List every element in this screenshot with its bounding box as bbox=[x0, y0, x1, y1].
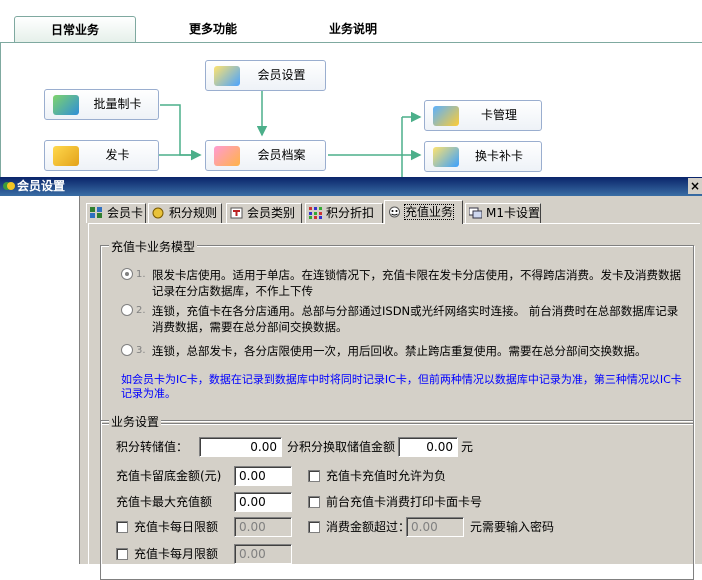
card-replace-icon bbox=[433, 147, 459, 167]
checkbox-label: 消费金额超过： bbox=[326, 520, 411, 534]
left-pane bbox=[0, 196, 79, 564]
option-text: 连锁，充值卡在各分店通用。总部与分部通过ISDN或光纤网络实时连接。 前台消费时… bbox=[152, 304, 679, 334]
radio-button[interactable] bbox=[121, 268, 133, 280]
points-to-value-input[interactable]: 0.00 bbox=[199, 437, 282, 457]
tab-recharge-business[interactable]: 充值业务 bbox=[384, 200, 463, 224]
points-icon bbox=[152, 207, 164, 219]
recharge-business-panel: 充值卡业务模型 1. 限发卡店使用。适用于单店。在连锁情况下，充值卡限在发卡分店… bbox=[88, 223, 700, 580]
discount-icon bbox=[309, 207, 322, 219]
points-to-value-label: 积分转储值： bbox=[116, 440, 189, 454]
recharge-icon bbox=[389, 206, 400, 218]
member-settings-button[interactable]: 会员设置 bbox=[205, 60, 326, 91]
issue-card-icon bbox=[53, 146, 79, 166]
card-replace-button[interactable]: 换卡补卡 bbox=[424, 141, 542, 172]
business-settings-group: 业务设置 积分转储值： 0.00 分积分换取储值金额 0.00 元 充值卡留底金… bbox=[100, 413, 694, 580]
card-management-button[interactable]: 卡管理 bbox=[424, 100, 542, 131]
yuan-label: 元 bbox=[461, 440, 474, 454]
checkbox[interactable] bbox=[308, 496, 320, 508]
amount-exceed-checkbox[interactable]: 消费金额超过： bbox=[308, 519, 410, 535]
issue-card-label: 发卡 bbox=[105, 148, 130, 162]
option-number: 1. bbox=[136, 269, 146, 280]
member-records-label: 会员档案 bbox=[257, 148, 306, 162]
daily-limit-checkbox[interactable]: 充值卡每日限额 bbox=[116, 519, 218, 535]
daily-limit-input[interactable]: 0.00 bbox=[234, 517, 292, 537]
card-replace-label: 换卡补卡 bbox=[474, 149, 523, 163]
tab-member-card[interactable]: 会员卡 bbox=[86, 203, 146, 223]
checkbox[interactable] bbox=[308, 521, 320, 533]
amount-exceed-input[interactable]: 0.00 bbox=[406, 517, 464, 537]
model-option-1[interactable]: 1. 限发卡店使用。适用于单店。在连锁情况下，充值卡限在发卡分店使用，不得跨店消… bbox=[121, 267, 686, 301]
checkbox-label: 充值卡每月限额 bbox=[134, 547, 219, 561]
monthly-limit-checkbox[interactable]: 充值卡每月限额 bbox=[116, 546, 218, 562]
tab-label: 充值业务 bbox=[403, 204, 455, 220]
card-management-label: 卡管理 bbox=[480, 108, 517, 122]
m1-card-icon bbox=[469, 207, 482, 219]
member-records-button[interactable]: 会员档案 bbox=[205, 140, 326, 171]
tab-daily-business[interactable]: 日常业务 bbox=[14, 16, 136, 42]
member-records-icon bbox=[214, 146, 240, 166]
tab-label: 积分折扣 bbox=[326, 206, 375, 220]
group-title: 充值卡业务模型 bbox=[109, 238, 198, 255]
model-option-2[interactable]: 2. 连锁，充值卡在各分店通用。总部与分部通过ISDN或光纤网络实时连接。 前台… bbox=[121, 303, 686, 337]
checkbox[interactable] bbox=[308, 470, 320, 482]
option-text: 限发卡店使用。适用于单店。在连锁情况下，充值卡限在发卡分店使用，不得跨店消费。发… bbox=[152, 268, 681, 298]
print-card-number-checkbox[interactable]: 前台充值卡消费打印卡面卡号 bbox=[308, 494, 482, 510]
category-icon bbox=[230, 207, 243, 219]
min-balance-label: 充值卡留底金额(元) bbox=[116, 469, 222, 483]
top-tab-bar: 日常业务 更多功能 业务说明 bbox=[0, 0, 702, 48]
checkbox[interactable] bbox=[116, 548, 128, 560]
tab-m1-card-settings[interactable]: M1卡设置 bbox=[465, 203, 541, 223]
tab-member-category[interactable]: 会员类别 bbox=[226, 203, 302, 223]
checkbox-label: 充值卡充值时允许为负 bbox=[326, 469, 447, 483]
tab-more-functions[interactable]: 更多功能 bbox=[152, 16, 274, 42]
group-title: 业务设置 bbox=[109, 413, 162, 430]
tab-label: 会员卡 bbox=[107, 206, 144, 220]
window-title-bar[interactable]: 会员设置 × bbox=[0, 177, 702, 196]
tab-points-discount[interactable]: 积分折扣 bbox=[305, 203, 383, 223]
tab-label: 积分规则 bbox=[169, 206, 218, 220]
batch-card-icon bbox=[53, 95, 79, 115]
member-settings-icon bbox=[214, 66, 240, 86]
need-password-label: 元需要输入密码 bbox=[470, 520, 555, 534]
model-option-3[interactable]: 3. 连锁，总部发卡，各分店限使用一次，用后回收。禁止跨店重复使用。需要在总分部… bbox=[121, 343, 686, 361]
window-title: 会员设置 bbox=[17, 179, 66, 193]
checkbox-label: 前台充值卡消费打印卡面卡号 bbox=[326, 495, 483, 509]
tab-business-description[interactable]: 业务说明 bbox=[292, 16, 414, 42]
allow-negative-checkbox[interactable]: 充值卡充值时允许为负 bbox=[308, 468, 446, 484]
member-settings-label: 会员设置 bbox=[257, 68, 306, 82]
max-recharge-input[interactable]: 0.00 bbox=[234, 492, 292, 512]
option-text: 连锁，总部发卡，各分店限使用一次，用后回收。禁止跨店重复使用。需要在总分部间交换… bbox=[152, 344, 647, 358]
points-per-value-input[interactable]: 0.00 bbox=[398, 437, 458, 457]
monthly-limit-input[interactable]: 0.00 bbox=[234, 544, 292, 564]
grid-icon bbox=[90, 207, 102, 218]
close-icon[interactable]: × bbox=[688, 178, 702, 194]
points-per-label: 分积分换取储值金额 bbox=[287, 440, 396, 454]
max-recharge-label: 充值卡最大充值额 bbox=[116, 495, 213, 509]
card-management-icon bbox=[433, 106, 459, 126]
batch-card-button[interactable]: 批量制卡 bbox=[44, 89, 159, 120]
tab-points-rules[interactable]: 积分规则 bbox=[148, 203, 222, 223]
checkbox[interactable] bbox=[116, 521, 128, 533]
min-balance-input[interactable]: 0.00 bbox=[234, 466, 292, 486]
app-icon bbox=[3, 182, 15, 190]
radio-button[interactable] bbox=[121, 304, 133, 316]
checkbox-label: 充值卡每日限额 bbox=[134, 520, 219, 534]
member-settings-dialog: 会员卡 积分规则 会员类别 积分折扣 充值业务 M1卡设置 充值卡业务模型 1.… bbox=[79, 196, 702, 580]
radio-button[interactable] bbox=[121, 344, 133, 356]
option-number: 3. bbox=[136, 345, 146, 356]
ic-card-note: 如会员卡为IC卡，数据在记录到数据库中时将同时记录IC卡，但前两种情况以数据库中… bbox=[121, 373, 682, 400]
issue-card-button[interactable]: 发卡 bbox=[44, 140, 159, 171]
batch-card-label: 批量制卡 bbox=[93, 97, 142, 111]
tab-label: M1卡设置 bbox=[486, 206, 540, 220]
option-number: 2. bbox=[136, 305, 146, 316]
tab-label: 会员类别 bbox=[247, 206, 296, 220]
recharge-model-group: 充值卡业务模型 1. 限发卡店使用。适用于单店。在连锁情况下，充值卡限在发卡分店… bbox=[100, 238, 694, 424]
